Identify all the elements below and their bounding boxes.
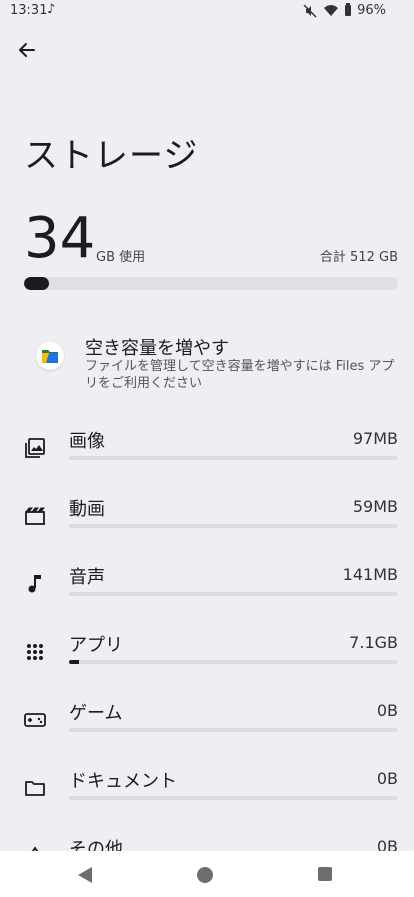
category-bar bbox=[69, 796, 398, 800]
category-size: 97MB bbox=[352, 429, 398, 448]
total-storage: 合計 512 GB bbox=[319, 250, 398, 265]
category-bar bbox=[69, 592, 398, 596]
category-label: ゲーム bbox=[69, 703, 123, 724]
storage-progress-bar bbox=[24, 277, 398, 290]
status-bar: 13:31 ♪ 96% bbox=[0, 0, 414, 24]
used-storage-value: 34 bbox=[24, 206, 96, 271]
page-title: ストレージ bbox=[24, 136, 199, 176]
category-apps[interactable]: アプリ 7.1GB bbox=[0, 631, 414, 691]
gamepad-icon bbox=[24, 709, 46, 731]
navigation-bar bbox=[0, 851, 414, 897]
category-size: 141MB bbox=[342, 565, 398, 584]
category-documents[interactable]: ドキュメント 0B bbox=[0, 767, 414, 827]
movie-icon bbox=[24, 505, 46, 527]
nav-home-icon[interactable] bbox=[197, 867, 213, 883]
category-bar bbox=[69, 728, 398, 732]
status-time: 13:31 bbox=[10, 3, 48, 18]
category-size: 7.1GB bbox=[349, 633, 398, 652]
category-size: 59MB bbox=[352, 497, 398, 516]
category-videos[interactable]: 動画 59MB bbox=[0, 495, 414, 555]
storage-progress-fill bbox=[24, 277, 49, 290]
category-size: 0B bbox=[376, 701, 398, 720]
free-up-space-title: 空き容量を増やす bbox=[85, 338, 229, 359]
free-up-space-description: ファイルを管理して空き容量を増やすには Files アプリをご利用ください bbox=[85, 359, 395, 391]
music-icon bbox=[24, 573, 46, 595]
battery-icon bbox=[345, 3, 352, 16]
mute-icon bbox=[303, 3, 317, 18]
category-audio[interactable]: 音声 141MB bbox=[0, 563, 414, 623]
category-label: アプリ bbox=[69, 635, 123, 656]
back-button[interactable] bbox=[15, 38, 39, 62]
category-images[interactable]: 画像 97MB bbox=[0, 427, 414, 487]
battery-level: 96% bbox=[357, 3, 386, 18]
category-bar bbox=[69, 660, 398, 664]
apps-icon bbox=[24, 641, 46, 663]
category-games[interactable]: ゲーム 0B bbox=[0, 699, 414, 759]
files-app-icon bbox=[36, 342, 64, 370]
category-label: ドキュメント bbox=[69, 771, 177, 792]
folder-icon bbox=[24, 777, 46, 799]
category-label: 画像 bbox=[69, 431, 105, 452]
category-bar bbox=[69, 456, 398, 460]
category-size: 0B bbox=[376, 769, 398, 788]
nav-recents-icon[interactable] bbox=[318, 867, 332, 881]
image-icon bbox=[24, 437, 46, 459]
music-note-icon: ♪ bbox=[47, 2, 56, 17]
used-storage-unit: GB 使用 bbox=[96, 250, 146, 265]
category-label: 音声 bbox=[69, 567, 105, 588]
category-bar-fill bbox=[69, 660, 79, 664]
category-bar bbox=[69, 524, 398, 528]
arrow-back-icon bbox=[19, 43, 35, 57]
free-up-space-card[interactable]: 空き容量を増やす ファイルを管理して空き容量を増やすには Files アプリをご… bbox=[24, 334, 398, 394]
category-label: 動画 bbox=[69, 499, 105, 520]
nav-back-icon[interactable] bbox=[78, 867, 92, 883]
wifi-icon bbox=[324, 5, 339, 16]
